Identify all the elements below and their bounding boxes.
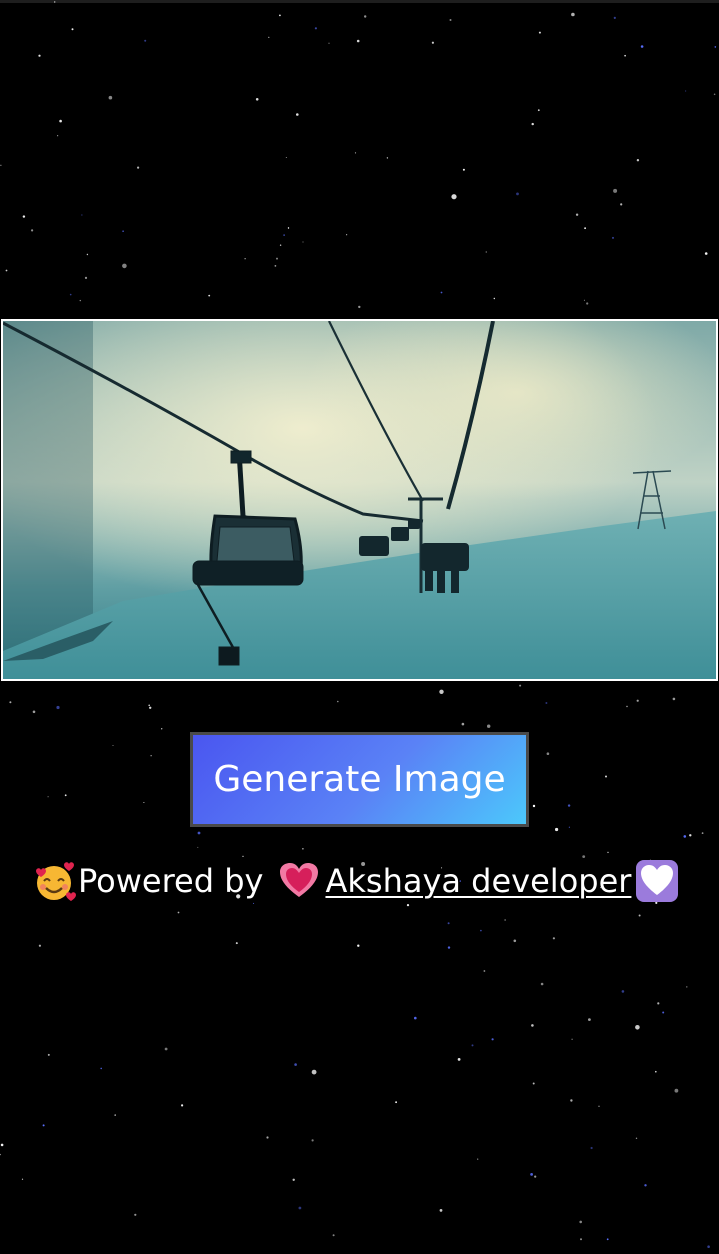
generated-image-frame [1, 319, 718, 681]
powered-by-credit: Powered by Akshaya developer [32, 858, 683, 904]
smiling-face-with-hearts-icon [36, 862, 76, 901]
developer-name[interactable]: Akshaya developer [325, 862, 631, 900]
generate-image-button[interactable]: Generate Image [190, 732, 529, 827]
developer-link[interactable]: Akshaya developer [273, 859, 683, 903]
white-heart-icon [636, 860, 679, 902]
ski-chairlift-image [3, 321, 716, 679]
powered-by-text: Powered by [78, 862, 264, 900]
growing-heart-icon [280, 863, 319, 897]
